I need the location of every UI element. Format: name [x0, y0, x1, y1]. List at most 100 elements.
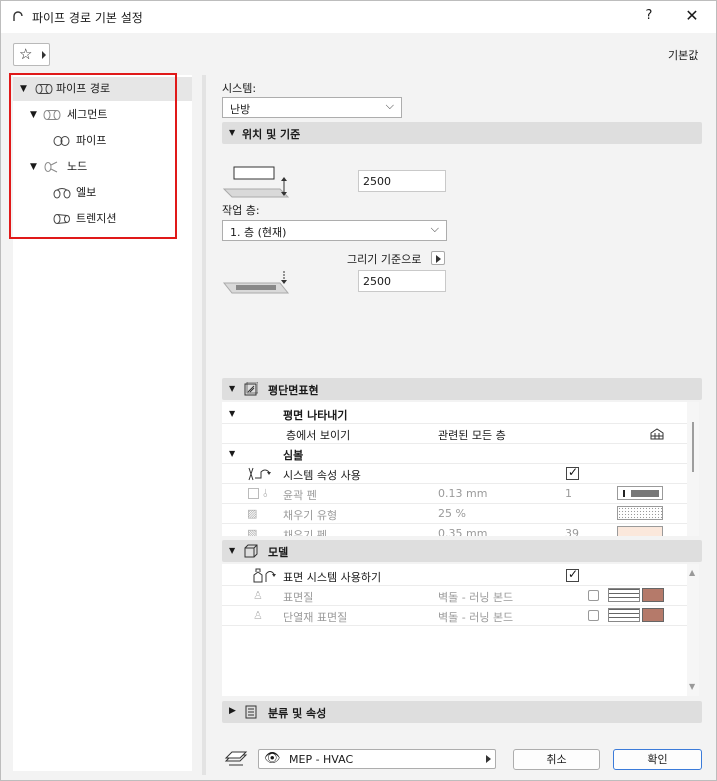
section-title: 모델 — [268, 546, 289, 559]
checkbox-icon — [248, 488, 259, 499]
dialog-window: 파이프 경로 기본 설정 ? ✕ ☆ 기본값 ▼ 파이프 경로 ▼ 세그먼트 파… — [0, 0, 717, 781]
group-row[interactable]: ▼ 평면 나타내기 — [222, 404, 687, 424]
section-model-header[interactable]: ▼ 모델 — [222, 540, 702, 562]
pipe-icon — [35, 84, 53, 94]
row-value: 벽돌 - 러닝 본드 — [438, 591, 514, 604]
transition-icon — [53, 214, 70, 224]
close-button[interactable]: ✕ — [681, 6, 703, 25]
table-row[interactable]: 층에서 보이기 관련된 모든 층 — [222, 424, 687, 444]
caret-right-icon — [486, 755, 491, 763]
pen-swatch[interactable] — [617, 486, 663, 500]
row-value: 0.13 mm — [438, 487, 488, 500]
chevron-down-icon[interactable]: ▼ — [20, 77, 27, 101]
brick-pattern-swatch[interactable] — [608, 588, 640, 602]
tree-item-pipe-route[interactable]: ▼ 파이프 경로 — [13, 77, 192, 101]
bottom-offset-value: 2500 — [363, 275, 391, 288]
favorites-button[interactable]: ☆ — [13, 43, 50, 66]
top-offset-input[interactable]: 2500 — [358, 170, 446, 192]
system-label: 시스템: — [222, 82, 257, 95]
fill-pen-icon: ▧ — [247, 527, 258, 536]
system-select[interactable]: 난방 ⌵ — [222, 97, 402, 118]
scroll-up-icon[interactable]: ▲ — [689, 568, 695, 577]
ok-button[interactable]: 확인 — [613, 749, 702, 770]
pipe-icon — [53, 136, 70, 146]
row-label: 단열재 표면질 — [283, 611, 348, 624]
row-label: 시스템 속성 사용 — [283, 469, 361, 482]
reference-label: 그리기 기준으로 — [347, 253, 422, 266]
tree-item-node[interactable]: ▼ 노드 — [13, 155, 192, 179]
section-title: 분류 및 속성 — [268, 707, 327, 720]
table-row[interactable]: ♙ 표면질 벽돌 - 러닝 본드 — [222, 586, 687, 606]
table-row[interactable]: ▨ 채우기 유형 25 % — [222, 504, 687, 524]
eye-icon: 👁 — [264, 751, 281, 766]
row-label: 표면질 — [283, 591, 314, 604]
chevron-down-icon[interactable]: ▼ — [30, 155, 37, 179]
surface-system-icon — [253, 568, 276, 583]
table-row[interactable]: ♙ 단열재 표면질 벽돌 - 러닝 본드 — [222, 606, 687, 626]
tree-item-label: 트렌지션 — [76, 212, 117, 225]
bottom-offset-diagram-icon — [222, 271, 290, 294]
section-position-header[interactable]: ▼ 위치 및 기준 — [222, 122, 702, 144]
fill-pen-swatch[interactable] — [617, 526, 663, 536]
pipe-route-icon — [13, 11, 23, 21]
triangle-right-icon: ▶ — [229, 706, 236, 716]
model-scrollbar[interactable]: ▲ ▼ — [687, 564, 699, 696]
system-attribute-icon — [248, 467, 271, 481]
top-offset-value: 2500 — [363, 175, 391, 188]
row-value: 벽돌 - 러닝 본드 — [438, 611, 514, 624]
surface-system-checkbox[interactable] — [566, 567, 579, 582]
brick-pattern-swatch[interactable] — [608, 608, 640, 622]
row-value: 0.35 mm — [438, 527, 488, 536]
material-color-swatch[interactable] — [642, 608, 664, 622]
tree-item-elbow[interactable]: 엘보 — [13, 181, 192, 205]
chevron-down-icon: ⌵ — [385, 99, 394, 112]
tree-item-segment[interactable]: ▼ 세그먼트 — [13, 103, 192, 127]
group-label: 평면 나타내기 — [283, 409, 348, 422]
triangle-down-icon: ▼ — [229, 546, 236, 555]
chevron-down-icon: ⌵ — [430, 222, 439, 235]
scrollbar-thumb[interactable] — [692, 422, 694, 472]
row-label: 채우기 펜 — [283, 529, 327, 536]
chevron-down-icon[interactable]: ▼ — [30, 103, 37, 127]
section-classification-header[interactable]: ▶ 분류 및 속성 — [222, 701, 702, 723]
row-label: 표면 시스템 사용하기 — [283, 571, 382, 584]
group-row[interactable]: ▼ 심볼 — [222, 444, 687, 464]
dialog-title: 파이프 경로 기본 설정 — [32, 11, 143, 25]
caret-right-icon — [42, 51, 46, 59]
row-label: 층에서 보이기 — [286, 429, 351, 442]
section-title: 위치 및 기준 — [242, 128, 301, 141]
row-num: 1 — [565, 487, 572, 500]
system-attribute-checkbox[interactable] — [566, 465, 579, 480]
tree-item-label: 세그먼트 — [67, 108, 108, 121]
triangle-down-icon: ▼ — [229, 409, 236, 418]
title-bar: 파이프 경로 기본 설정 ? ✕ — [1, 1, 716, 33]
tree-item-transition[interactable]: 트렌지션 — [13, 207, 192, 231]
row-value: 25 % — [438, 507, 466, 520]
fill-swatch[interactable] — [617, 506, 663, 520]
story-select[interactable]: 1. 층 (현재) ⌵ — [222, 220, 447, 241]
bottom-offset-input[interactable]: 2500 — [358, 270, 446, 292]
tree-item-label: 파이프 — [76, 134, 107, 147]
layers-icon — [224, 751, 248, 766]
row-value: 관련된 모든 층 — [438, 429, 506, 442]
layer-select[interactable]: 👁 MEP - HVAC — [258, 749, 496, 769]
reference-menu-button[interactable] — [431, 251, 445, 265]
document-icon — [245, 705, 257, 719]
brush-icon: ♙ — [253, 589, 263, 602]
cancel-button[interactable]: 취소 — [513, 749, 600, 770]
panel-splitter[interactable] — [202, 75, 206, 775]
material-color-swatch[interactable] — [642, 588, 664, 602]
tree-item-label: 엘보 — [76, 186, 97, 199]
table-row[interactable]: 표면 시스템 사용하기 — [222, 566, 687, 586]
system-value: 난방 — [230, 103, 251, 116]
node-icon — [44, 161, 58, 173]
help-button[interactable]: ? — [639, 8, 659, 23]
table-row[interactable]: ⫰ 윤곽 펜 0.13 mm 1 — [222, 484, 687, 504]
table-row[interactable]: ▧ 채우기 펜 0.35 mm 39 — [222, 524, 687, 536]
section-floorplan-header[interactable]: ▼ 평단면표현 — [222, 378, 702, 400]
tree-item-pipe[interactable]: 파이프 — [13, 129, 192, 153]
scroll-down-icon[interactable]: ▼ — [689, 682, 695, 691]
model-grid: 표면 시스템 사용하기 ♙ 표면질 벽돌 - 러닝 본드 ♙ 단열재 표면질 벽… — [222, 564, 687, 696]
floorplan-scrollbar[interactable] — [687, 402, 699, 536]
table-row[interactable]: 시스템 속성 사용 — [222, 464, 687, 484]
